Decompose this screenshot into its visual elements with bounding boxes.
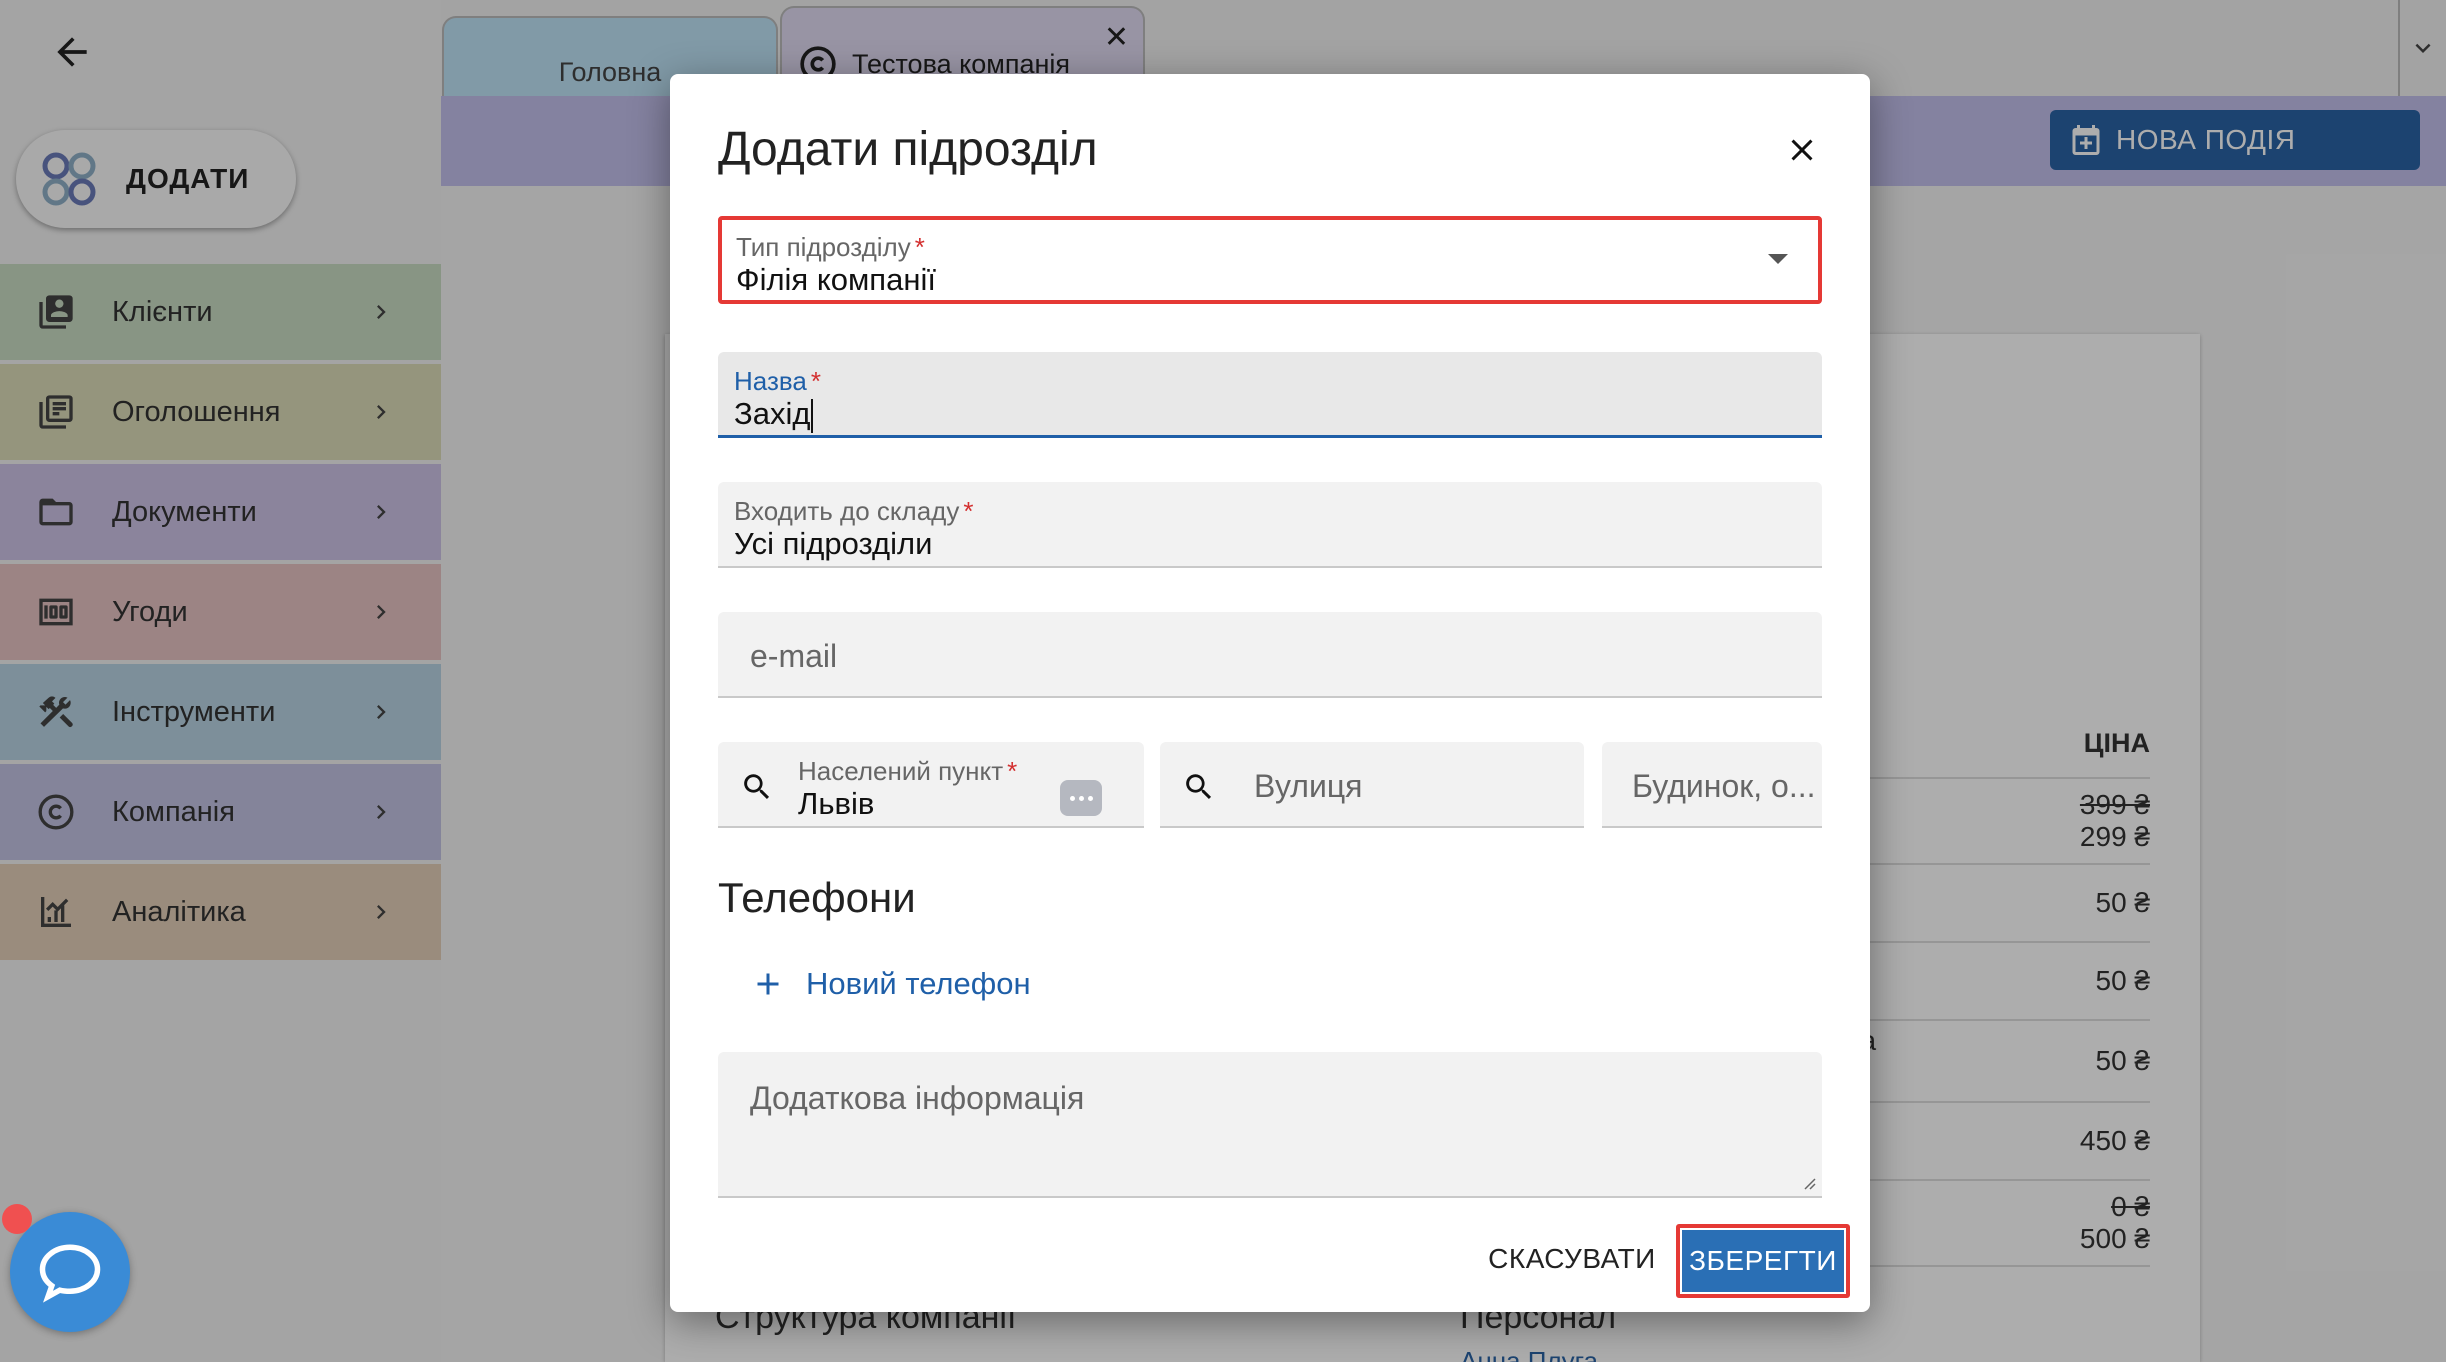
parent-unit-select[interactable]: Входить до складу * Усі підрозділи [718, 482, 1822, 568]
unit-type-select[interactable]: Тип підрозділу * Філія компанії [718, 216, 1822, 304]
street-input[interactable]: Вулиця [1160, 742, 1584, 828]
additional-info-textarea[interactable]: Додаткова інформація [718, 1052, 1822, 1198]
search-icon [1186, 774, 1212, 800]
save-button[interactable]: ЗБЕРЕГТИ [1682, 1230, 1844, 1292]
new-phone-label: Новий телефон [806, 966, 1031, 1001]
field-value: Захід [734, 396, 814, 433]
dialog-title: Додати підрозділ [718, 123, 1098, 176]
field-value: Львів [798, 786, 875, 821]
house-input[interactable]: Будинок, о... [1602, 742, 1822, 828]
chat-button[interactable] [10, 1212, 130, 1332]
new-phone-button[interactable]: Новий телефон [750, 954, 1031, 1014]
field-label: Назва * [734, 366, 821, 396]
city-input[interactable]: Населений пункт * Львів [718, 742, 1144, 828]
plus-icon [757, 973, 779, 995]
resize-handle-icon[interactable] [1800, 1174, 1816, 1190]
notification-dot [2, 1204, 32, 1234]
dialog-close-button[interactable] [1780, 128, 1824, 172]
phones-heading: Телефони [718, 874, 916, 921]
cancel-button[interactable]: СКАСУВАТИ [1474, 1230, 1670, 1288]
name-input[interactable]: Назва * Захід [718, 352, 1822, 438]
dropdown-arrow-icon [1768, 254, 1788, 264]
field-placeholder: Додаткова інформація [750, 1080, 1085, 1116]
field-placeholder: Вулиця [1254, 768, 1363, 804]
close-icon [1791, 139, 1813, 161]
email-input[interactable]: e-mail [718, 612, 1822, 698]
search-icon [744, 774, 770, 800]
chat-bubble-icon [39, 1244, 101, 1303]
field-value: Усі підрозділи [734, 526, 933, 561]
field-placeholder: Будинок, о... [1632, 768, 1816, 804]
add-unit-dialog: Додати підрозділ Тип підрозділу * Філія к… [670, 74, 1870, 1312]
field-value: Філія компанії [736, 262, 936, 297]
field-label: Населений пункт * [798, 756, 1018, 786]
field-placeholder: e-mail [750, 638, 838, 674]
field-label: Тип підрозділу * [736, 232, 925, 262]
more-options-icon[interactable] [1060, 780, 1102, 816]
save-button-highlight: ЗБЕРЕГТИ [1676, 1224, 1850, 1298]
field-label: Входить до складу * [734, 496, 974, 526]
